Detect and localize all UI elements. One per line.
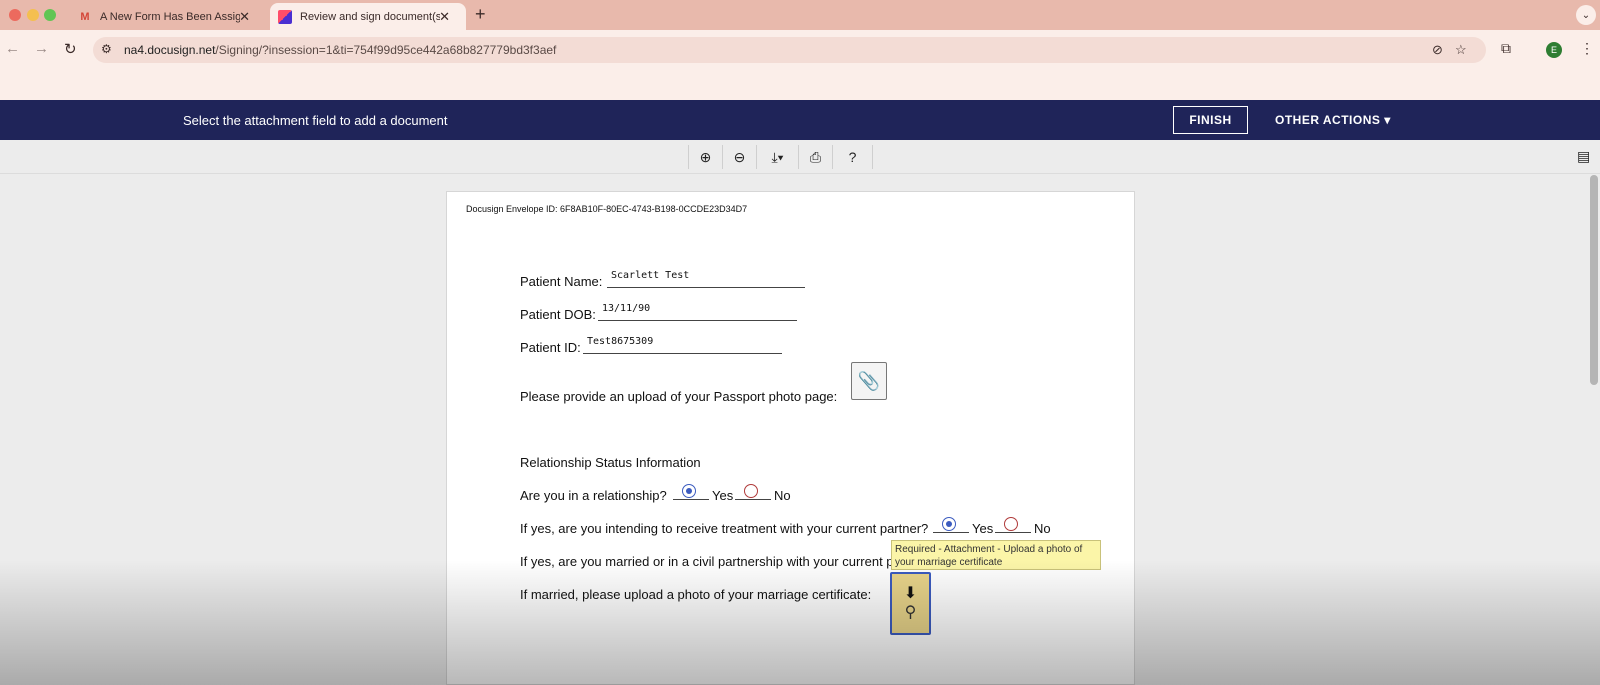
passport-attachment-field[interactable]: 📎 — [851, 362, 887, 400]
document-toolbar: ⊕ ⊖ ⤓▾ ⎙ ? ▤ — [0, 140, 1600, 174]
envelope-id: Docusign Envelope ID: 6F8AB10F-80EC-4743… — [466, 204, 748, 214]
site-settings-icon[interactable]: ⚙ — [101, 42, 112, 56]
browser-menu-icon[interactable]: ⋮ — [1580, 40, 1594, 57]
patient-name-field[interactable]: Scarlett Test — [607, 270, 805, 288]
paperclip-icon: 📎 — [857, 370, 881, 391]
browser-tab-strip: M A New Form Has Been Assigned ✕ Review … — [0, 0, 1600, 30]
bookmarks-bar — [0, 70, 1600, 100]
no-label: No — [774, 488, 791, 503]
tab-search-chevron-icon[interactable]: ⌄ — [1576, 5, 1596, 25]
patient-name-label: Patient Name: — [520, 274, 603, 289]
reload-icon[interactable]: ↻ — [64, 40, 77, 58]
print-icon[interactable]: ⎙ — [799, 145, 833, 169]
other-actions-menu[interactable]: OTHER ACTIONS ▾ — [1275, 113, 1391, 127]
relationship-yes-radio[interactable] — [682, 484, 696, 498]
address-bar[interactable]: ⚙ na4.docusign.net/Signing/?insession=1&… — [93, 37, 1486, 63]
treatment-yes-radio[interactable] — [942, 517, 956, 531]
yes-label: Yes — [712, 488, 734, 503]
bookmark-star-icon[interactable]: ☆ — [1455, 42, 1467, 58]
new-tab-button[interactable]: + — [475, 4, 486, 25]
browser-toolbar: ← → ↻ ⚙ na4.docusign.net/Signing/?insess… — [0, 30, 1600, 70]
page-scrollbar[interactable] — [1590, 175, 1598, 385]
forward-arrow-icon[interactable]: → — [34, 40, 49, 57]
instruction-text: Select the attachment field to add a doc… — [183, 113, 448, 128]
relationship-no-radio[interactable] — [744, 484, 758, 498]
gmail-icon: M — [80, 10, 90, 23]
maximize-window-button[interactable] — [44, 9, 56, 21]
relationship-heading: Relationship Status Information — [520, 455, 701, 470]
download-icon[interactable]: ⤓▾ — [757, 145, 799, 169]
back-arrow-icon[interactable]: ← — [5, 40, 20, 57]
close-tab-icon[interactable]: ✕ — [239, 9, 250, 25]
radio-underline — [735, 499, 771, 500]
patient-id-field[interactable]: Test8675309 — [583, 336, 782, 354]
patient-dob-label: Patient DOB: — [520, 307, 596, 322]
marriage-certificate-label: If married, please upload a photo of you… — [520, 587, 872, 602]
patient-id-label: Patient ID: — [520, 340, 581, 355]
caret-down-icon: ▾ — [1384, 113, 1391, 127]
extensions-puzzle-icon[interactable]: ⧉ — [1501, 40, 1511, 57]
yes-label: Yes — [972, 521, 994, 536]
relationship-question: Are you in a relationship? — [520, 488, 667, 503]
radio-underline — [673, 499, 709, 500]
close-tab-icon[interactable]: ✕ — [439, 9, 450, 25]
zoom-out-icon[interactable]: ⊖ — [723, 145, 757, 169]
marriage-certificate-attachment-field[interactable]: ⬇ ⚲ — [890, 572, 931, 635]
docusign-header: Select the attachment field to add a doc… — [0, 100, 1600, 140]
profile-avatar[interactable]: E — [1546, 42, 1562, 58]
finish-button[interactable]: FINISH — [1173, 106, 1248, 134]
tab-title: A New Form Has Been Assigned — [100, 10, 240, 23]
zoom-in-icon[interactable]: ⊕ — [689, 145, 723, 169]
radio-underline — [933, 532, 969, 533]
no-label: No — [1034, 521, 1051, 536]
help-icon[interactable]: ? — [833, 145, 873, 169]
paperclip-icon: ⚲ — [904, 603, 917, 621]
document-page: Docusign Envelope ID: 6F8AB10F-80EC-4743… — [446, 191, 1135, 685]
passport-upload-label: Please provide an upload of your Passpor… — [520, 389, 838, 404]
radio-underline — [995, 532, 1031, 533]
treatment-no-radio[interactable] — [1004, 517, 1018, 531]
download-arrow-icon: ⬇ — [903, 584, 918, 602]
required-attachment-tooltip: Required - Attachment - Upload a photo o… — [891, 540, 1101, 570]
tab-docusign[interactable]: Review and sign document(s) ✕ — [270, 3, 466, 30]
docusign-icon — [278, 9, 292, 24]
patient-dob-field[interactable]: 13/11/90 — [598, 303, 797, 321]
treatment-partner-question: If yes, are you intending to receive tre… — [520, 521, 929, 536]
document-panel-icon[interactable]: ▤ — [1577, 148, 1590, 165]
tab-title: Review and sign document(s) — [300, 10, 440, 23]
eye-slash-icon[interactable]: ⊘ — [1432, 42, 1443, 58]
minimize-window-button[interactable] — [27, 9, 39, 21]
tab-gmail[interactable]: M A New Form Has Been Assigned ✕ — [70, 3, 266, 30]
close-window-button[interactable] — [9, 9, 21, 21]
married-question: If yes, are you married or in a civil pa… — [520, 554, 894, 569]
url-text[interactable]: na4.docusign.net/Signing/?insession=1&ti… — [124, 43, 556, 57]
